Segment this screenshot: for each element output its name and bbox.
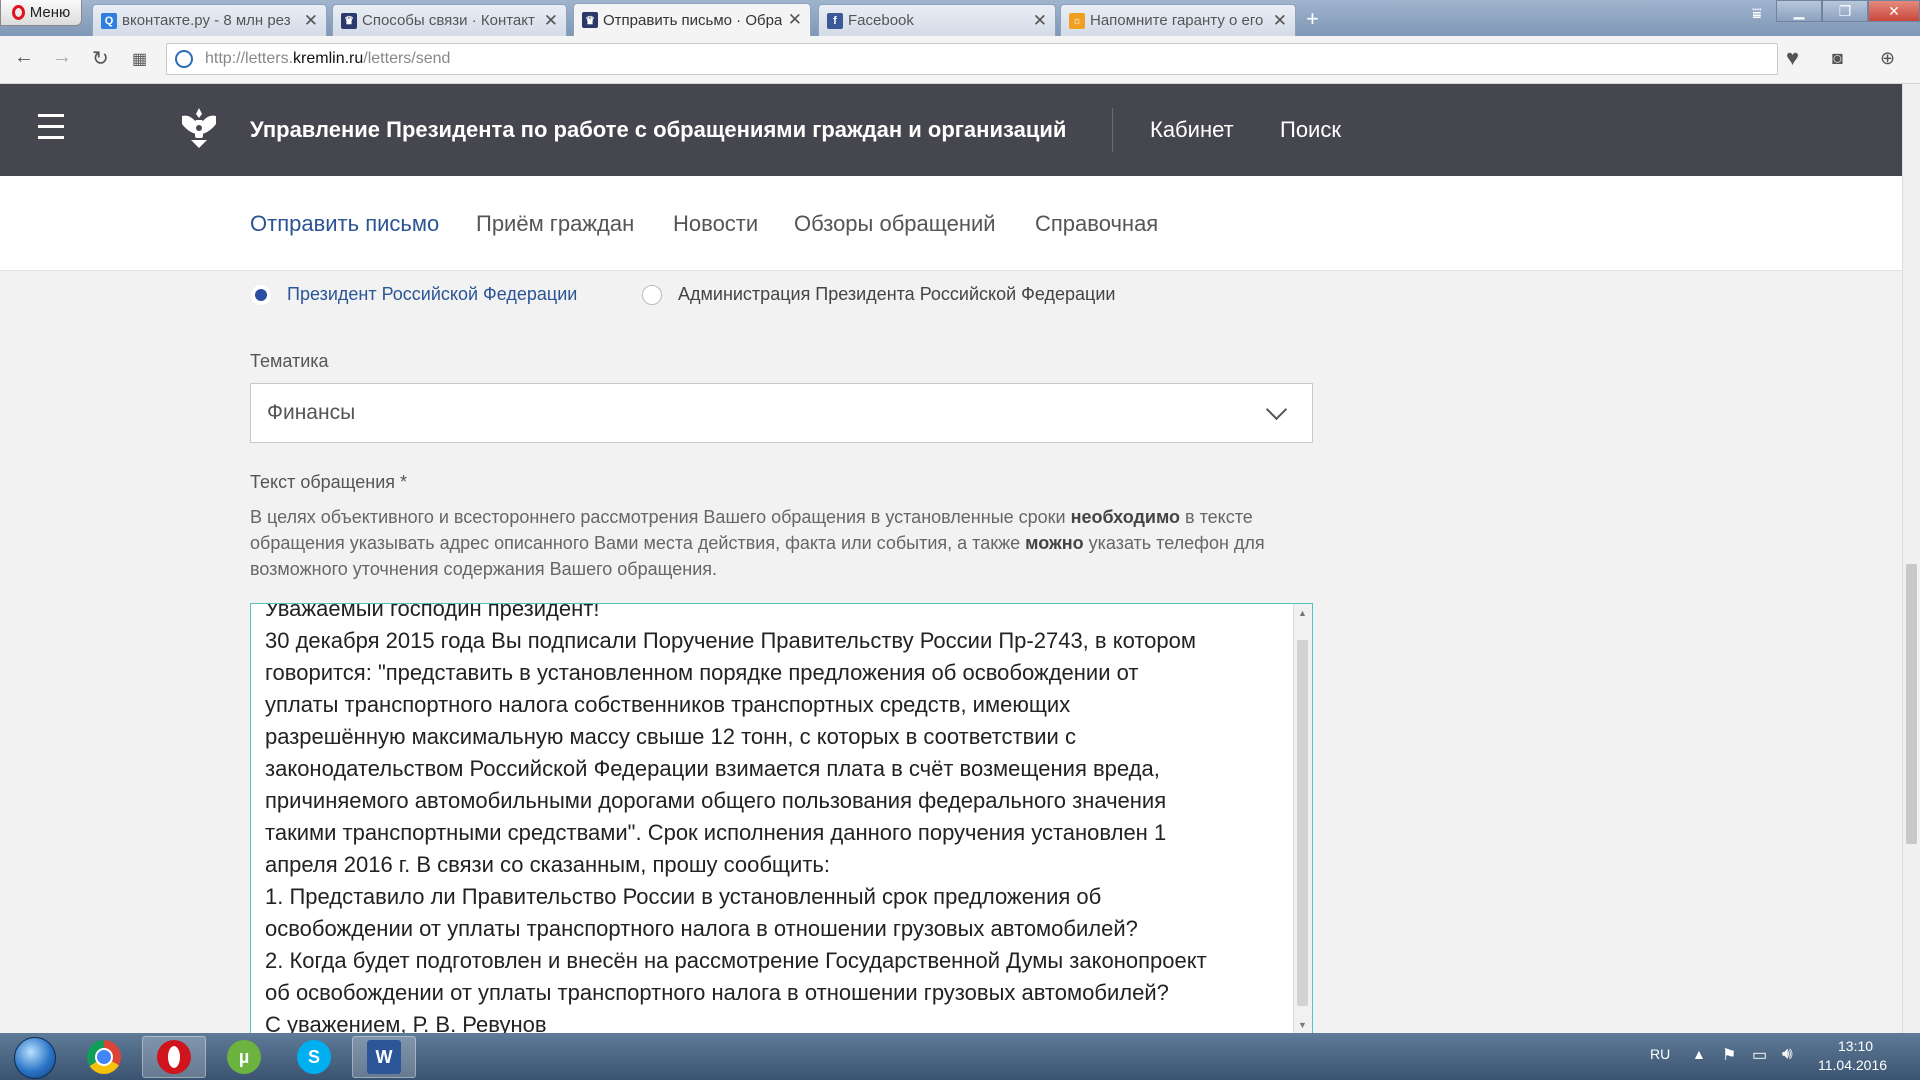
sun-favicon-icon: ☼ xyxy=(1069,12,1085,29)
site-info-icon[interactable] xyxy=(175,50,193,68)
topic-label: Тематика xyxy=(250,351,329,371)
tab-label: Способы связи · Контакт xyxy=(362,12,535,29)
tab-reminder[interactable]: ☼ Напомните гаранту о его ✕ xyxy=(1060,4,1296,36)
browser-toolbar: ← → ↻ ▦ http://letters. kremlin.ru/letter… xyxy=(0,36,1920,84)
reload-icon[interactable]: ↻ xyxy=(92,46,109,71)
section-nav: Отправить письмо Приём граждан Новости О… xyxy=(0,176,1902,271)
word-icon: W xyxy=(367,1040,401,1074)
search-link[interactable]: Поиск xyxy=(1280,117,1341,143)
kremlin-favicon-icon: ♛ xyxy=(341,12,357,29)
close-tab-icon[interactable]: ✕ xyxy=(1273,11,1287,31)
site-header: Управление Президента по работе с обраще… xyxy=(0,84,1902,176)
taskbar-utorrent[interactable]: µ xyxy=(212,1036,276,1078)
close-tab-icon[interactable]: ✕ xyxy=(544,11,558,31)
address-bar[interactable]: http://letters. kremlin.ru/letters/send xyxy=(166,43,1778,75)
menu-label: Меню xyxy=(29,4,71,21)
tab-label: Отправить письмо · Обра xyxy=(603,11,782,29)
windows-logo-icon xyxy=(14,1037,56,1079)
window-controls: ▁ ❐ ✕ xyxy=(1776,0,1920,22)
nav-reception[interactable]: Приём граждан xyxy=(476,211,634,237)
tab-search[interactable]: Q вконтакте.ру - 8 млн рез ✕ xyxy=(92,4,327,36)
tab-contacts[interactable]: ♛ Способы связи · Контакт ✕ xyxy=(332,4,567,36)
tab-label: Facebook xyxy=(848,12,914,29)
tab-label: Напомните гаранту о его xyxy=(1090,12,1264,29)
textarea-scrollbar[interactable]: ▲ ▼ xyxy=(1293,604,1312,1033)
letter-textarea[interactable]: Уважаемый господин президент! 30 декабря… xyxy=(250,603,1313,1033)
close-tab-icon[interactable]: ✕ xyxy=(788,10,802,30)
recipient-label: Администрация Президента Российской Феде… xyxy=(678,284,1116,304)
scroll-up-icon[interactable]: ▲ xyxy=(1298,608,1307,618)
nav-news[interactable]: Новости xyxy=(673,211,758,237)
textarea-scroll-thumb[interactable] xyxy=(1297,640,1308,1006)
close-tab-icon[interactable]: ✕ xyxy=(304,11,318,31)
cabinet-link[interactable]: Кабинет xyxy=(1150,117,1234,143)
hint-emphasis: можно xyxy=(1025,533,1084,553)
start-button[interactable] xyxy=(6,1036,64,1079)
hamburger-menu-icon[interactable] xyxy=(38,114,64,147)
clock-time[interactable]: 13:10 xyxy=(1838,1038,1873,1054)
taskbar-word[interactable]: W xyxy=(352,1036,416,1078)
tab-menu-icon[interactable]: ⩸ xyxy=(1752,6,1762,24)
scroll-down-icon[interactable]: ▼ xyxy=(1298,1020,1307,1030)
opera-icon xyxy=(157,1040,191,1074)
opera-logo-icon xyxy=(11,5,25,20)
chrome-icon xyxy=(87,1040,121,1074)
header-divider xyxy=(1112,108,1113,152)
letter-text-label: Текст обращения * xyxy=(250,472,408,492)
opera-menu-button[interactable]: Меню xyxy=(0,0,82,26)
nav-reference[interactable]: Справочная xyxy=(1035,211,1158,237)
kremlin-favicon-icon: ♛ xyxy=(582,12,598,28)
letter-text[interactable]: Уважаемый господин президент! 30 декабря… xyxy=(265,604,1275,1033)
browser-tab-strip: Меню Q вконтакте.ру - 8 млн рез ✕ ♛ Спос… xyxy=(0,0,1920,36)
url-host: kremlin.ru xyxy=(293,50,364,67)
page-scroll-thumb[interactable] xyxy=(1906,564,1917,844)
facebook-favicon-icon: f xyxy=(827,12,843,29)
download-icon[interactable]: ⊕ xyxy=(1880,48,1895,69)
windows-taskbar: µ S W RU ▲ ⚑ ▭ 🔊︎ 13:10 11.04.2016 xyxy=(0,1033,1920,1080)
action-center-flag-icon[interactable]: ⚑ xyxy=(1722,1045,1736,1065)
network-icon[interactable]: ▭ xyxy=(1752,1045,1767,1065)
recipient-label: Президент Российской Федерации xyxy=(287,284,578,304)
radio-unselected[interactable] xyxy=(642,284,662,305)
utorrent-icon: µ xyxy=(227,1040,261,1074)
site-title[interactable]: Управление Президента по работе с обраще… xyxy=(250,117,1066,143)
skype-icon: S xyxy=(297,1040,331,1074)
taskbar-skype[interactable]: S xyxy=(282,1036,346,1078)
extension-icon[interactable]: ◙ xyxy=(1832,48,1843,69)
nav-reviews[interactable]: Обзоры обращений xyxy=(794,211,996,237)
tab-label: вконтакте.ру - 8 млн рез xyxy=(122,12,291,29)
bookmark-heart-icon[interactable]: ♥ xyxy=(1786,45,1799,71)
nav-send-letter[interactable]: Отправить письмо xyxy=(250,211,439,237)
speed-dial-grid-icon[interactable]: ▦ xyxy=(132,49,147,69)
url-scheme: http://letters. xyxy=(205,50,294,67)
url-path: /letters/send xyxy=(363,50,451,67)
topic-value: Финансы xyxy=(267,401,356,424)
new-tab-plus-icon[interactable]: + xyxy=(1306,6,1319,32)
back-arrow-icon[interactable]: ← xyxy=(14,46,34,69)
recipient-option-administration[interactable]: Администрация Президента Российской Феде… xyxy=(642,284,1115,305)
double-headed-eagle-icon[interactable] xyxy=(176,104,222,152)
minimize-icon[interactable]: ▁ xyxy=(1776,0,1822,22)
maximize-icon[interactable]: ❐ xyxy=(1822,0,1868,22)
tab-facebook[interactable]: f Facebook ✕ xyxy=(818,4,1056,36)
chevron-down-icon xyxy=(1265,398,1288,421)
letter-hint: В целях объективного и всестороннего рас… xyxy=(250,504,1310,582)
volume-icon[interactable]: 🔊︎ xyxy=(1782,1044,1793,1064)
search-favicon-icon: Q xyxy=(101,12,117,29)
radio-selected[interactable] xyxy=(251,284,271,305)
window-close-icon[interactable]: ✕ xyxy=(1868,0,1920,22)
tab-send-letter[interactable]: ♛ Отправить письмо · Обра ✕ xyxy=(573,3,811,36)
recipient-option-president[interactable]: Президент Российской Федерации xyxy=(251,284,577,305)
clock-date[interactable]: 11.04.2016 xyxy=(1818,1057,1887,1073)
language-indicator[interactable]: RU xyxy=(1650,1046,1670,1062)
close-tab-icon[interactable]: ✕ xyxy=(1033,11,1047,31)
taskbar-chrome[interactable] xyxy=(72,1036,136,1078)
topic-select[interactable]: Финансы xyxy=(250,383,1313,443)
taskbar-opera[interactable] xyxy=(142,1036,206,1078)
page-scrollbar[interactable] xyxy=(1902,84,1920,1033)
hint-text: В целях объективного и всестороннего рас… xyxy=(250,507,1071,527)
hint-emphasis: необходимо xyxy=(1070,507,1181,527)
forward-arrow-icon[interactable]: → xyxy=(52,46,72,69)
tray-expand-icon[interactable]: ▲ xyxy=(1692,1046,1706,1062)
